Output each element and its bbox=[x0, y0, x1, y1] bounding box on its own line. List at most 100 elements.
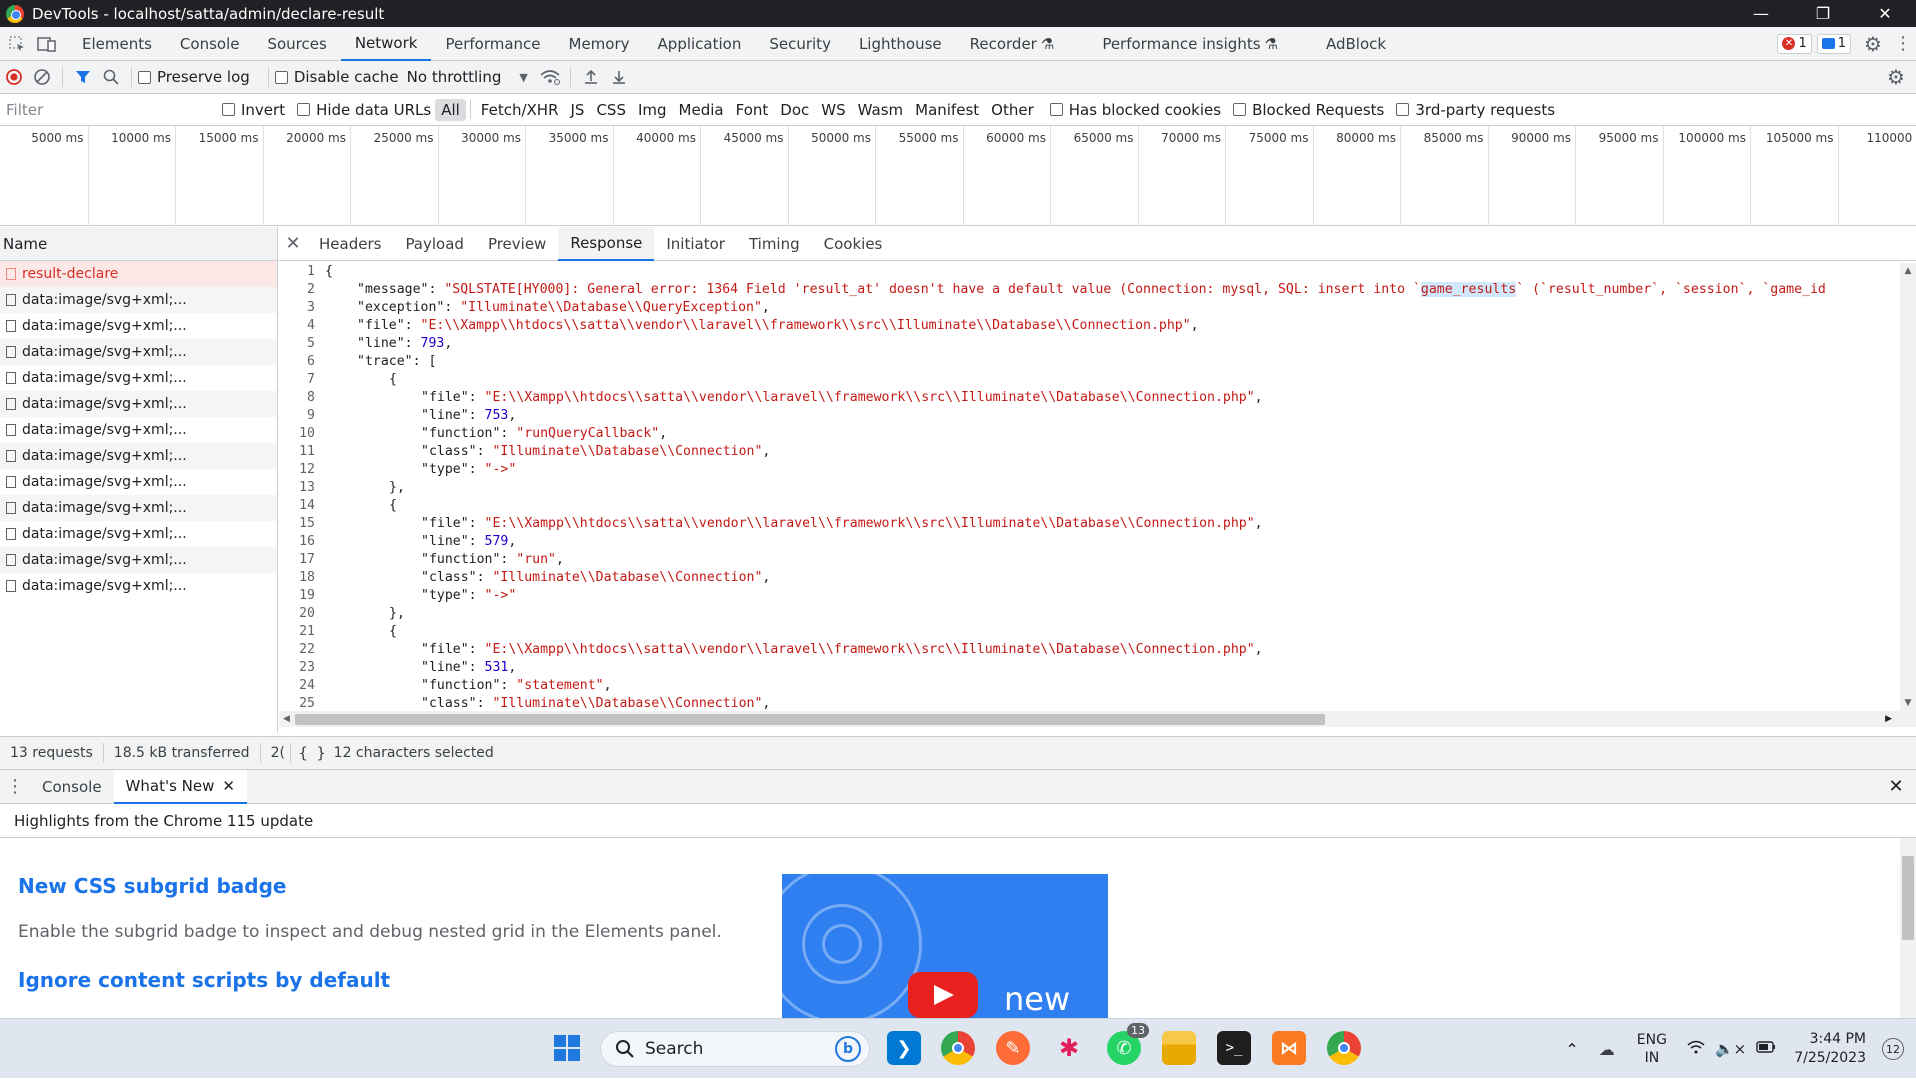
import-har-icon[interactable] bbox=[577, 63, 605, 91]
preserve-log-checkbox[interactable]: Preserve log bbox=[138, 68, 250, 86]
more-options-icon[interactable]: ⋮ bbox=[1890, 31, 1916, 57]
filter-type-ws[interactable]: WS bbox=[815, 99, 851, 121]
tab-console[interactable]: Console bbox=[166, 27, 254, 61]
tab-sources[interactable]: Sources bbox=[253, 27, 340, 61]
tab-memory[interactable]: Memory bbox=[555, 27, 644, 61]
notification-badge[interactable]: 12 bbox=[1882, 1038, 1904, 1060]
request-row[interactable]: data:image/svg+xml;... bbox=[0, 365, 277, 391]
message-count-badge[interactable]: 1 bbox=[1816, 33, 1851, 54]
tab-performance-insights[interactable]: Performance insights ⚗ bbox=[1088, 27, 1292, 61]
blocked-requests-checkbox[interactable]: Blocked Requests bbox=[1233, 101, 1384, 119]
request-row[interactable]: data:image/svg+xml;... bbox=[0, 313, 277, 339]
feature-title[interactable]: Ignore content scripts by default bbox=[18, 968, 390, 992]
volume-muted-icon[interactable]: 🔈× bbox=[1715, 1040, 1746, 1058]
network-overview-timeline[interactable]: 5000 ms 10000 ms 15000 ms 20000 ms 25000 ms 3… bbox=[0, 126, 1916, 226]
filter-type-font[interactable]: Font bbox=[730, 99, 775, 121]
horizontal-scrollbar[interactable]: ◀ ▶ bbox=[279, 711, 1916, 727]
scroll-right-icon[interactable]: ▶ bbox=[1885, 714, 1892, 724]
tab-elements[interactable]: Elements bbox=[68, 27, 166, 61]
request-row[interactable]: data:image/svg+xml;... bbox=[0, 417, 277, 443]
request-row[interactable]: data:image/svg+xml;... bbox=[0, 339, 277, 365]
battery-icon[interactable] bbox=[1756, 1041, 1776, 1057]
third-party-requests-checkbox[interactable]: 3rd-party requests bbox=[1396, 101, 1555, 119]
settings-gear-icon[interactable]: ⚙ bbox=[1860, 31, 1886, 57]
chrome-active-icon[interactable] bbox=[1327, 1031, 1361, 1065]
postman-icon[interactable]: ✎ bbox=[996, 1031, 1030, 1065]
restore-icon[interactable]: ❐ bbox=[1792, 0, 1854, 27]
filter-type-other[interactable]: Other bbox=[985, 99, 1040, 121]
minimize-icon[interactable]: — bbox=[1730, 0, 1792, 27]
close-drawer-icon[interactable]: ✕ bbox=[1876, 776, 1916, 797]
request-row[interactable]: data:image/svg+xml;... bbox=[0, 495, 277, 521]
youtube-play-icon[interactable] bbox=[908, 972, 978, 1018]
detail-tab-initiator[interactable]: Initiator bbox=[654, 227, 737, 261]
response-viewer[interactable]: 1{2 "message": "SQLSTATE[HY000]: General … bbox=[279, 263, 1899, 711]
filter-type-wasm[interactable]: Wasm bbox=[852, 99, 910, 121]
slack-icon[interactable]: ✱ bbox=[1052, 1031, 1086, 1065]
request-row[interactable]: data:image/svg+xml;... bbox=[0, 443, 277, 469]
invert-checkbox[interactable]: Invert bbox=[222, 101, 285, 119]
scroll-down-icon[interactable]: ▼ bbox=[1900, 695, 1916, 711]
tab-lighthouse[interactable]: Lighthouse bbox=[845, 27, 956, 61]
has-blocked-cookies-checkbox[interactable]: Has blocked cookies bbox=[1049, 101, 1221, 119]
clear-icon[interactable] bbox=[28, 63, 56, 91]
request-row[interactable]: data:image/svg+xml;... bbox=[0, 391, 277, 417]
taskbar-search[interactable]: Search b bbox=[600, 1031, 870, 1067]
drawer-tab-console[interactable]: Console bbox=[30, 770, 114, 804]
filter-type-manifest[interactable]: Manifest bbox=[909, 99, 985, 121]
request-row[interactable]: data:image/svg+xml;... bbox=[0, 521, 277, 547]
onedrive-icon[interactable]: ☁ bbox=[1599, 1040, 1615, 1059]
network-settings-gear-icon[interactable]: ⚙ bbox=[1882, 63, 1910, 91]
terminal-icon[interactable]: >_ bbox=[1217, 1031, 1251, 1065]
request-row[interactable]: data:image/svg+xml;... bbox=[0, 287, 277, 313]
drawer-menu-icon[interactable]: ⋮ bbox=[0, 776, 30, 797]
drawer-tab-whats-new[interactable]: What's New ✕ bbox=[113, 769, 247, 804]
throttling-select[interactable]: No throttling ▼ bbox=[407, 68, 528, 86]
tab-adblock[interactable]: AdBlock bbox=[1312, 27, 1400, 61]
xampp-icon[interactable]: ⋈ bbox=[1272, 1031, 1306, 1065]
request-row[interactable]: data:image/svg+xml;... bbox=[0, 469, 277, 495]
language-indicator[interactable]: ENG IN bbox=[1637, 1031, 1667, 1067]
filter-type-all[interactable]: All bbox=[435, 98, 466, 121]
request-row[interactable]: data:image/svg+xml;... bbox=[0, 573, 277, 599]
device-toolbar-icon[interactable] bbox=[34, 31, 60, 57]
detail-tab-cookies[interactable]: Cookies bbox=[812, 227, 895, 261]
inspect-element-icon[interactable] bbox=[4, 31, 30, 57]
tab-network[interactable]: Network bbox=[340, 27, 432, 61]
filter-type-img[interactable]: Img bbox=[632, 99, 673, 121]
hide-data-urls-checkbox[interactable]: Hide data URLs bbox=[297, 101, 431, 119]
export-har-icon[interactable] bbox=[605, 63, 633, 91]
error-count-badge[interactable]: ✕ 1 bbox=[1777, 33, 1812, 54]
filter-type-css[interactable]: CSS bbox=[590, 99, 632, 121]
detail-tab-timing[interactable]: Timing bbox=[737, 227, 812, 261]
whats-new-video-thumbnail[interactable]: new bbox=[782, 874, 1108, 1018]
disable-cache-checkbox[interactable]: Disable cache bbox=[274, 68, 399, 86]
horizontal-scroll-thumb[interactable] bbox=[295, 714, 1325, 725]
close-detail-icon[interactable]: ✕ bbox=[279, 233, 307, 254]
record-stop-icon[interactable] bbox=[0, 63, 28, 91]
request-row[interactable]: data:image/svg+xml;... bbox=[0, 547, 277, 573]
scroll-up-icon[interactable]: ▲ bbox=[1900, 263, 1916, 279]
tab-recorder[interactable]: Recorder ⚗ bbox=[956, 27, 1069, 61]
close-icon[interactable]: ✕ bbox=[1854, 0, 1916, 27]
detail-tab-preview[interactable]: Preview bbox=[476, 227, 558, 261]
pretty-print-button[interactable]: { } bbox=[291, 744, 334, 762]
vscode-icon[interactable]: ❯ bbox=[887, 1031, 921, 1065]
close-tab-icon[interactable]: ✕ bbox=[222, 777, 235, 795]
whatsapp-icon[interactable]: ✆ 13 bbox=[1107, 1023, 1149, 1065]
wifi-icon[interactable] bbox=[1687, 1040, 1705, 1058]
detail-tab-payload[interactable]: Payload bbox=[393, 227, 476, 261]
vertical-scrollbar[interactable]: ▲ ▼ bbox=[1900, 263, 1916, 711]
windows-start-icon[interactable] bbox=[550, 1031, 584, 1065]
feature-title[interactable]: New CSS subgrid badge bbox=[18, 874, 286, 898]
drawer-scrollbar[interactable] bbox=[1900, 838, 1916, 1018]
show-hidden-icons-icon[interactable]: ⌃ bbox=[1565, 1040, 1578, 1059]
tab-application[interactable]: Application bbox=[644, 27, 756, 61]
filter-type-js[interactable]: JS bbox=[565, 99, 591, 121]
network-conditions-icon[interactable] bbox=[536, 63, 564, 91]
file-explorer-icon[interactable] bbox=[1162, 1031, 1196, 1065]
filter-icon[interactable] bbox=[69, 63, 97, 91]
request-row[interactable]: result-declare bbox=[0, 261, 277, 287]
scroll-left-icon[interactable]: ◀ bbox=[283, 714, 290, 724]
filter-type-fetch-xhr[interactable]: Fetch/XHR bbox=[475, 99, 565, 121]
